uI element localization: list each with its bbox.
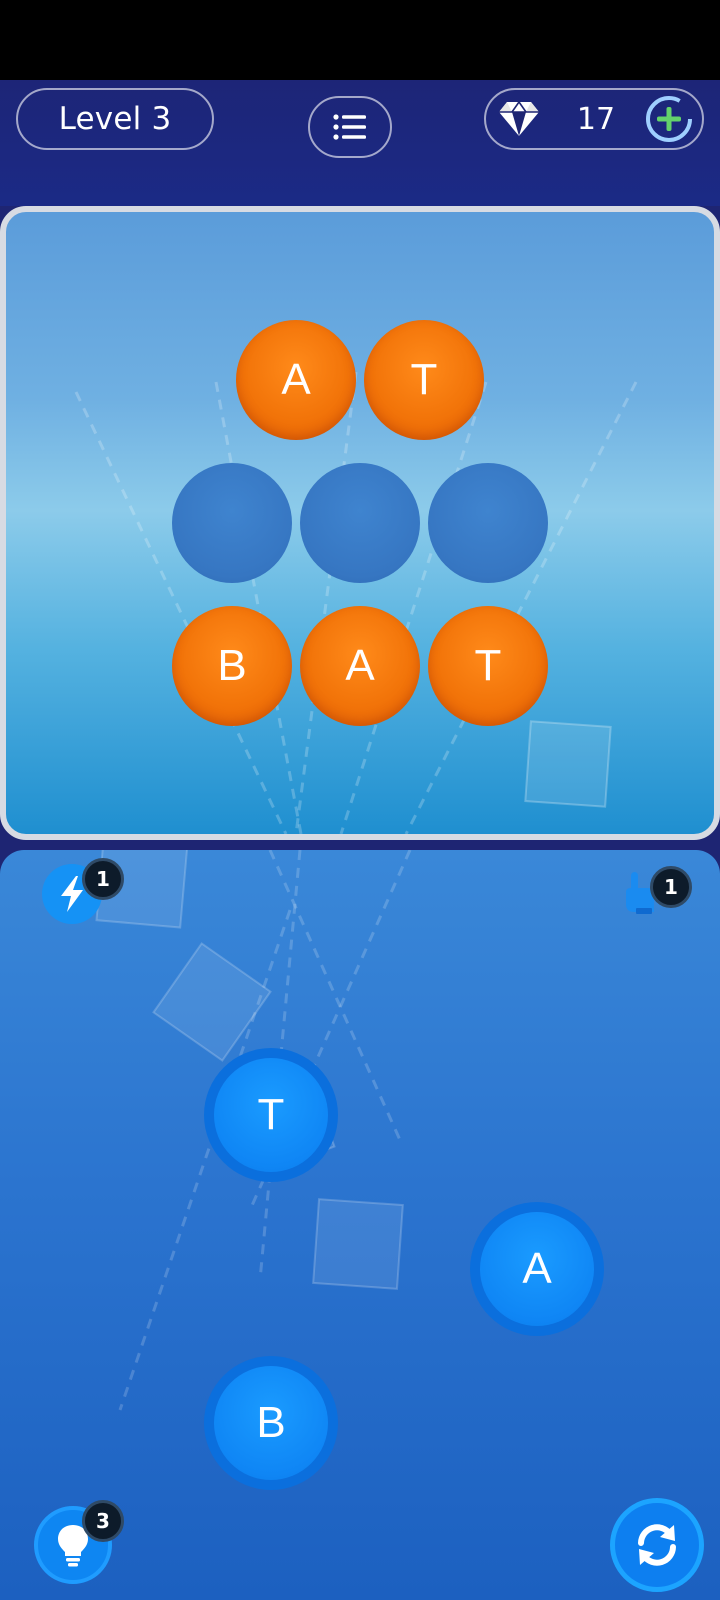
- wheel-letter-button[interactable]: A: [470, 1202, 604, 1336]
- play-area-decoration: [95, 850, 412, 1411]
- letter-wheel-area: [0, 850, 720, 1600]
- menu-button[interactable]: [308, 96, 392, 158]
- list-icon: [333, 114, 366, 140]
- crossword-board: A T B A T: [0, 206, 720, 840]
- board-tile: T: [364, 320, 484, 440]
- gems-counter: 17: [484, 88, 704, 150]
- board-tile-empty: [428, 463, 548, 583]
- wheel-letter-label: T: [214, 1058, 328, 1172]
- shuffle-button[interactable]: [610, 1498, 704, 1592]
- diamond-icon: [499, 101, 539, 136]
- wheel-letter-label: B: [214, 1366, 328, 1480]
- top-bar: Level 3 17: [0, 80, 720, 206]
- gem-count: 17: [576, 101, 616, 137]
- wheel-letter-button[interactable]: T: [204, 1048, 338, 1182]
- game-screen: Level 3 17 A T B A T T A B 1 1 3: [0, 0, 720, 1600]
- level-indicator: Level 3: [16, 88, 214, 150]
- hint-count-badge: 3: [82, 1500, 124, 1542]
- board-tile-empty: [300, 463, 420, 583]
- status-bar: [0, 0, 720, 80]
- lightning-count-badge: 1: [82, 858, 124, 900]
- refresh-icon: [638, 1524, 676, 1566]
- hand-count-badge: 1: [650, 866, 692, 908]
- level-label: Level 3: [58, 101, 172, 137]
- wheel-letter-button[interactable]: B: [204, 1356, 338, 1490]
- board-tile: T: [428, 606, 548, 726]
- board-tile: A: [236, 320, 356, 440]
- plus-circle-icon[interactable]: [644, 94, 694, 144]
- board-tile: B: [172, 606, 292, 726]
- board-tile: A: [300, 606, 420, 726]
- wheel-letter-label: A: [480, 1212, 594, 1326]
- board-tile-empty: [172, 463, 292, 583]
